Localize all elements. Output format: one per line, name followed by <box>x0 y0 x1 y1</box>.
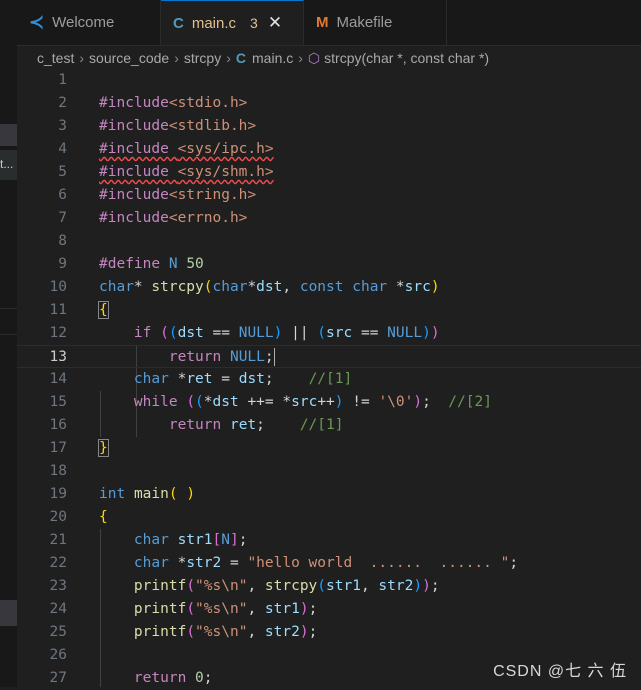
line-number: 26 <box>49 647 67 663</box>
code-line: 24 printf("%s\n", str1); <box>17 598 641 621</box>
line-number: 2 <box>58 95 67 111</box>
code-line: 14 char *ret = dst; //[1] <box>17 368 641 391</box>
vscode-icon: ≺ <box>29 12 45 32</box>
sidebar-selected-row[interactable] <box>0 600 17 626</box>
sidebar-selected-row[interactable] <box>0 124 17 146</box>
line-number: 25 <box>49 624 67 640</box>
c-file-icon: C <box>173 14 184 32</box>
breadcrumb-symbol[interactable]: strcpy(char *, const char *) <box>324 50 489 66</box>
code-line: 25 printf("%s\n", str2); <box>17 621 641 644</box>
code-line: 17} <box>17 437 641 460</box>
line-number: 16 <box>49 417 67 433</box>
tab-makefile[interactable]: M Makefile <box>304 0 447 45</box>
code-line: 11{ <box>17 299 641 322</box>
line-number: 4 <box>58 141 67 157</box>
error-squiggle[interactable]: #include <sys/shm.h> <box>99 161 274 184</box>
code-line: 12 if ((dst == NULL) || (src == NULL)) <box>17 322 641 345</box>
code-line: 23 printf("%s\n", strcpy(str1, str2)); <box>17 575 641 598</box>
symbol-method-icon: ⬡ <box>307 49 321 66</box>
line-number: 23 <box>49 578 67 594</box>
code-line: 20{ <box>17 506 641 529</box>
code-line: 9 #define N 50 <box>17 253 641 276</box>
code-line: 4 #include <sys/ipc.h> <box>17 138 641 161</box>
code-line: 6 #include<string.h> <box>17 184 641 207</box>
error-squiggle[interactable]: #include <sys/ipc.h> <box>99 138 274 161</box>
chevron-right-icon: › <box>79 50 85 66</box>
code-line: 1 <box>17 69 641 92</box>
problems-count-badge: 3 <box>250 15 258 31</box>
tab-welcome[interactable]: ≺ Welcome <box>17 0 161 45</box>
line-number: 3 <box>58 118 67 134</box>
code-line-current: 13 return NULL; <box>17 345 641 368</box>
csdn-watermark: CSDN @七 六 伍 <box>493 663 627 680</box>
chevron-right-icon: › <box>174 50 179 66</box>
line-number: 14 <box>49 371 67 387</box>
text-cursor <box>273 348 276 366</box>
line-number: 13 <box>49 349 67 365</box>
c-file-icon: C <box>235 50 247 66</box>
code-line: 5 #include <sys/shm.h> <box>17 161 641 184</box>
code-line: 8 <box>17 230 641 253</box>
code-line: 3 #include<stdlib.h> <box>17 115 641 138</box>
line-number: 20 <box>49 509 67 525</box>
chevron-right-icon: › <box>298 50 303 66</box>
sidebar-truncated-text: t... <box>0 157 14 171</box>
breadcrumb-item[interactable]: source_code <box>89 50 169 66</box>
line-number: 21 <box>49 532 67 548</box>
breadcrumb-item[interactable]: strcpy <box>184 50 221 66</box>
code-line: 2 #include<stdio.h> <box>17 92 641 115</box>
line-number: 19 <box>49 486 67 502</box>
editor-tab-bar: ≺ Welcome C main.c 3 ✕ M Makefile <box>17 0 641 46</box>
chevron-right-icon: › <box>226 50 231 66</box>
code-line: 21 char str1[N]; <box>17 529 641 552</box>
sidebar-divider <box>0 308 17 309</box>
line-number: 11 <box>49 302 67 318</box>
tab-main-c[interactable]: C main.c 3 ✕ <box>161 0 304 45</box>
activity-bar: t... <box>0 0 17 687</box>
code-line: 10 char* strcpy(char*dst, const char *src… <box>17 276 641 299</box>
code-line: 15 while ((*dst ++= *src++) != '\0'); //… <box>17 391 641 414</box>
line-number: 18 <box>49 463 67 479</box>
line-number: 8 <box>58 233 67 249</box>
breadcrumb: c_test › source_code › strcpy › C main.c… <box>17 46 641 70</box>
code-line: 7 #include<errno.h> <box>17 207 641 230</box>
tab-label: main.c <box>191 14 237 32</box>
code-line: 18 <box>17 460 641 483</box>
line-number: 22 <box>49 555 67 571</box>
sidebar-divider <box>0 334 17 335</box>
code-line: 22 char *str2 = "hello world ...... ....… <box>17 552 641 575</box>
line-number: 9 <box>58 256 67 272</box>
makefile-icon: M <box>316 14 329 31</box>
line-number: 1 <box>58 72 67 88</box>
line-number: 17 <box>49 440 67 456</box>
line-number: 10 <box>49 279 67 295</box>
close-icon[interactable]: ✕ <box>268 13 282 33</box>
line-number: 24 <box>49 601 67 617</box>
code-editor[interactable]: 1 2 #include<stdio.h> 3 #include<stdlib.h>… <box>17 69 641 687</box>
line-number: 6 <box>58 187 67 203</box>
breadcrumb-file[interactable]: main.c <box>252 50 293 66</box>
breadcrumb-item[interactable]: c_test <box>37 50 74 66</box>
line-number: 15 <box>49 394 67 410</box>
tab-label: Makefile <box>336 14 393 31</box>
line-number: 12 <box>49 325 67 341</box>
tab-label: Welcome <box>52 14 115 31</box>
code-line: 16 return ret; //[1] <box>17 414 641 437</box>
line-number: 5 <box>58 164 67 180</box>
code-line: 19 int main( ) <box>17 483 641 506</box>
line-number: 7 <box>58 210 67 226</box>
